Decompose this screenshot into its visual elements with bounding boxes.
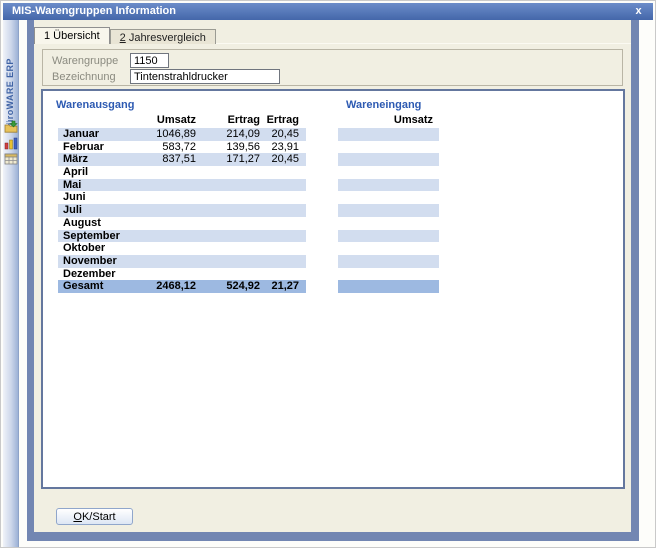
wareneingang-title: Wareneingang (346, 99, 421, 111)
row-umsatz-cell: 837,51 (122, 153, 196, 166)
row-ertrag-pct-cell (260, 242, 306, 255)
row-month-cell: März (58, 153, 122, 166)
row-ertrag-pct-cell (260, 204, 306, 217)
row-ertrag-cell: 139,56 (196, 141, 260, 154)
row-ertrag-cell (196, 217, 260, 230)
bezeichnung-label: Bezeichnung (52, 71, 116, 83)
table-row: April (58, 166, 439, 179)
ok-start-button[interactable]: OK/Start (56, 508, 133, 525)
row-month-cell: Juni (58, 191, 122, 204)
row-ertrag-pct-cell (260, 268, 306, 281)
row-umsatz-cell (122, 230, 196, 243)
ok-start-label: OK/Start (57, 510, 132, 524)
warengruppe-input[interactable] (130, 53, 169, 68)
table-header-row: Umsatz Ertrag Ertrag % Umsatz (58, 114, 439, 127)
row-ertrag-pct-cell: 20,45 (260, 128, 306, 141)
row-ertrag-cell: 214,09 (196, 128, 260, 141)
window-title: MIS-Warengruppen Information (12, 5, 176, 17)
row-umsatz-cell (122, 217, 196, 230)
tab-uebersicht[interactable]: 1 Übersicht (34, 27, 110, 44)
tab-jahresvergleich[interactable]: 2 Jahresvergleich (110, 29, 216, 44)
table-row: August (58, 217, 439, 230)
row-ertrag-pct-cell: 21,27 (260, 280, 306, 293)
table-row: November (58, 255, 439, 268)
close-button[interactable]: x (631, 4, 646, 19)
data-panel: Warenausgang Wareneingang Umsatz Ertrag … (41, 89, 625, 489)
row-umsatz-cell (122, 204, 196, 217)
row-ertrag-cell (196, 179, 260, 192)
row-ertrag-pct-cell: 20,45 (260, 153, 306, 166)
row-month-cell: Mai (58, 179, 122, 192)
row-ertrag-cell (196, 166, 260, 179)
row-month-cell: Juli (58, 204, 122, 217)
row-month-cell: Dezember (58, 268, 122, 281)
table-row: September (58, 230, 439, 243)
row-month-cell: April (58, 166, 122, 179)
row-ertrag-cell (196, 191, 260, 204)
row-ertrag-cell (196, 242, 260, 255)
row-month-cell: August (58, 217, 122, 230)
title-bar: MIS-Warengruppen Information x (3, 3, 653, 20)
row-ertrag-cell (196, 230, 260, 243)
row-umsatz-cell (122, 255, 196, 268)
row-ertrag-pct-cell (260, 191, 306, 204)
row-umsatz-cell (122, 179, 196, 192)
row-ertrag-pct-cell: 23,91 (260, 141, 306, 154)
row-umsatz-cell (122, 242, 196, 255)
row-ertrag-pct-cell (260, 179, 306, 192)
mis-warengruppen-window: MIS-Warengruppen Information x BüroWARE … (0, 0, 656, 548)
chart-icon[interactable] (4, 136, 18, 150)
warengruppe-label: Warengruppe (52, 55, 118, 67)
row-umsatz-cell (122, 166, 196, 179)
warengruppe-groupbox: Warengruppe Bezeichnung (42, 49, 623, 86)
table-icon[interactable] (4, 152, 18, 166)
row-ertrag-cell (196, 255, 260, 268)
row-ertrag-pct-cell (260, 230, 306, 243)
row-umsatz-cell (122, 191, 196, 204)
tab-jahresvergleich-label: 2 Jahresvergleich (120, 32, 206, 44)
table-row: Gesamt 2468,12 524,92 21,27 (58, 280, 439, 293)
row-month-cell: Januar (58, 128, 122, 141)
open-folder-icon[interactable] (4, 120, 18, 134)
row-ertrag-cell (196, 204, 260, 217)
table-row: Dezember (58, 268, 439, 281)
row-ertrag-cell (196, 268, 260, 281)
col-umsatz-header: Umsatz (122, 114, 196, 127)
row-month-cell: November (58, 255, 122, 268)
tab-uebersicht-label: 1 Übersicht (44, 30, 100, 42)
brand-sidebar: BüroWARE ERP (3, 20, 19, 547)
table-row: Juni (58, 191, 439, 204)
table-row: Mai (58, 179, 439, 192)
month-rows: Januar 1046,89 214,09 20,45 Februar 583,… (58, 128, 439, 293)
row-month-cell: Februar (58, 141, 122, 154)
row-umsatz-cell: 2468,12 (122, 280, 196, 293)
row-month-cell: Oktober (58, 242, 122, 255)
tab-strip: 1 Übersicht 2 Jahresvergleich (34, 27, 216, 44)
row-ertrag-pct-cell (260, 217, 306, 230)
table-row: Oktober (58, 242, 439, 255)
row-umsatz-cell: 1046,89 (122, 128, 196, 141)
bezeichnung-input[interactable] (130, 69, 280, 84)
row-ertrag-pct-cell (260, 255, 306, 268)
warenausgang-title: Warenausgang (56, 99, 134, 111)
row-ertrag-pct-cell (260, 166, 306, 179)
row-month-cell: September (58, 230, 122, 243)
row-umsatz-cell (122, 268, 196, 281)
table-row: Juli (58, 204, 439, 217)
table-row: März 837,51 171,27 20,45 (58, 153, 439, 166)
table-row: Januar 1046,89 214,09 20,45 (58, 128, 439, 141)
col-ertrag-header: Ertrag (196, 114, 260, 127)
row-umsatz-cell: 583,72 (122, 141, 196, 154)
row-ertrag-cell: 171,27 (196, 153, 260, 166)
col-we-umsatz-header: Umsatz (338, 114, 439, 127)
content-area: 1 Übersicht 2 Jahresvergleich Warengrupp… (34, 20, 631, 532)
col-ertrag-pct-header: Ertrag % (260, 114, 306, 127)
row-ertrag-cell: 524,92 (196, 280, 260, 293)
table-row: Februar 583,72 139,56 23,91 (58, 141, 439, 154)
row-month-cell: Gesamt (58, 280, 122, 293)
